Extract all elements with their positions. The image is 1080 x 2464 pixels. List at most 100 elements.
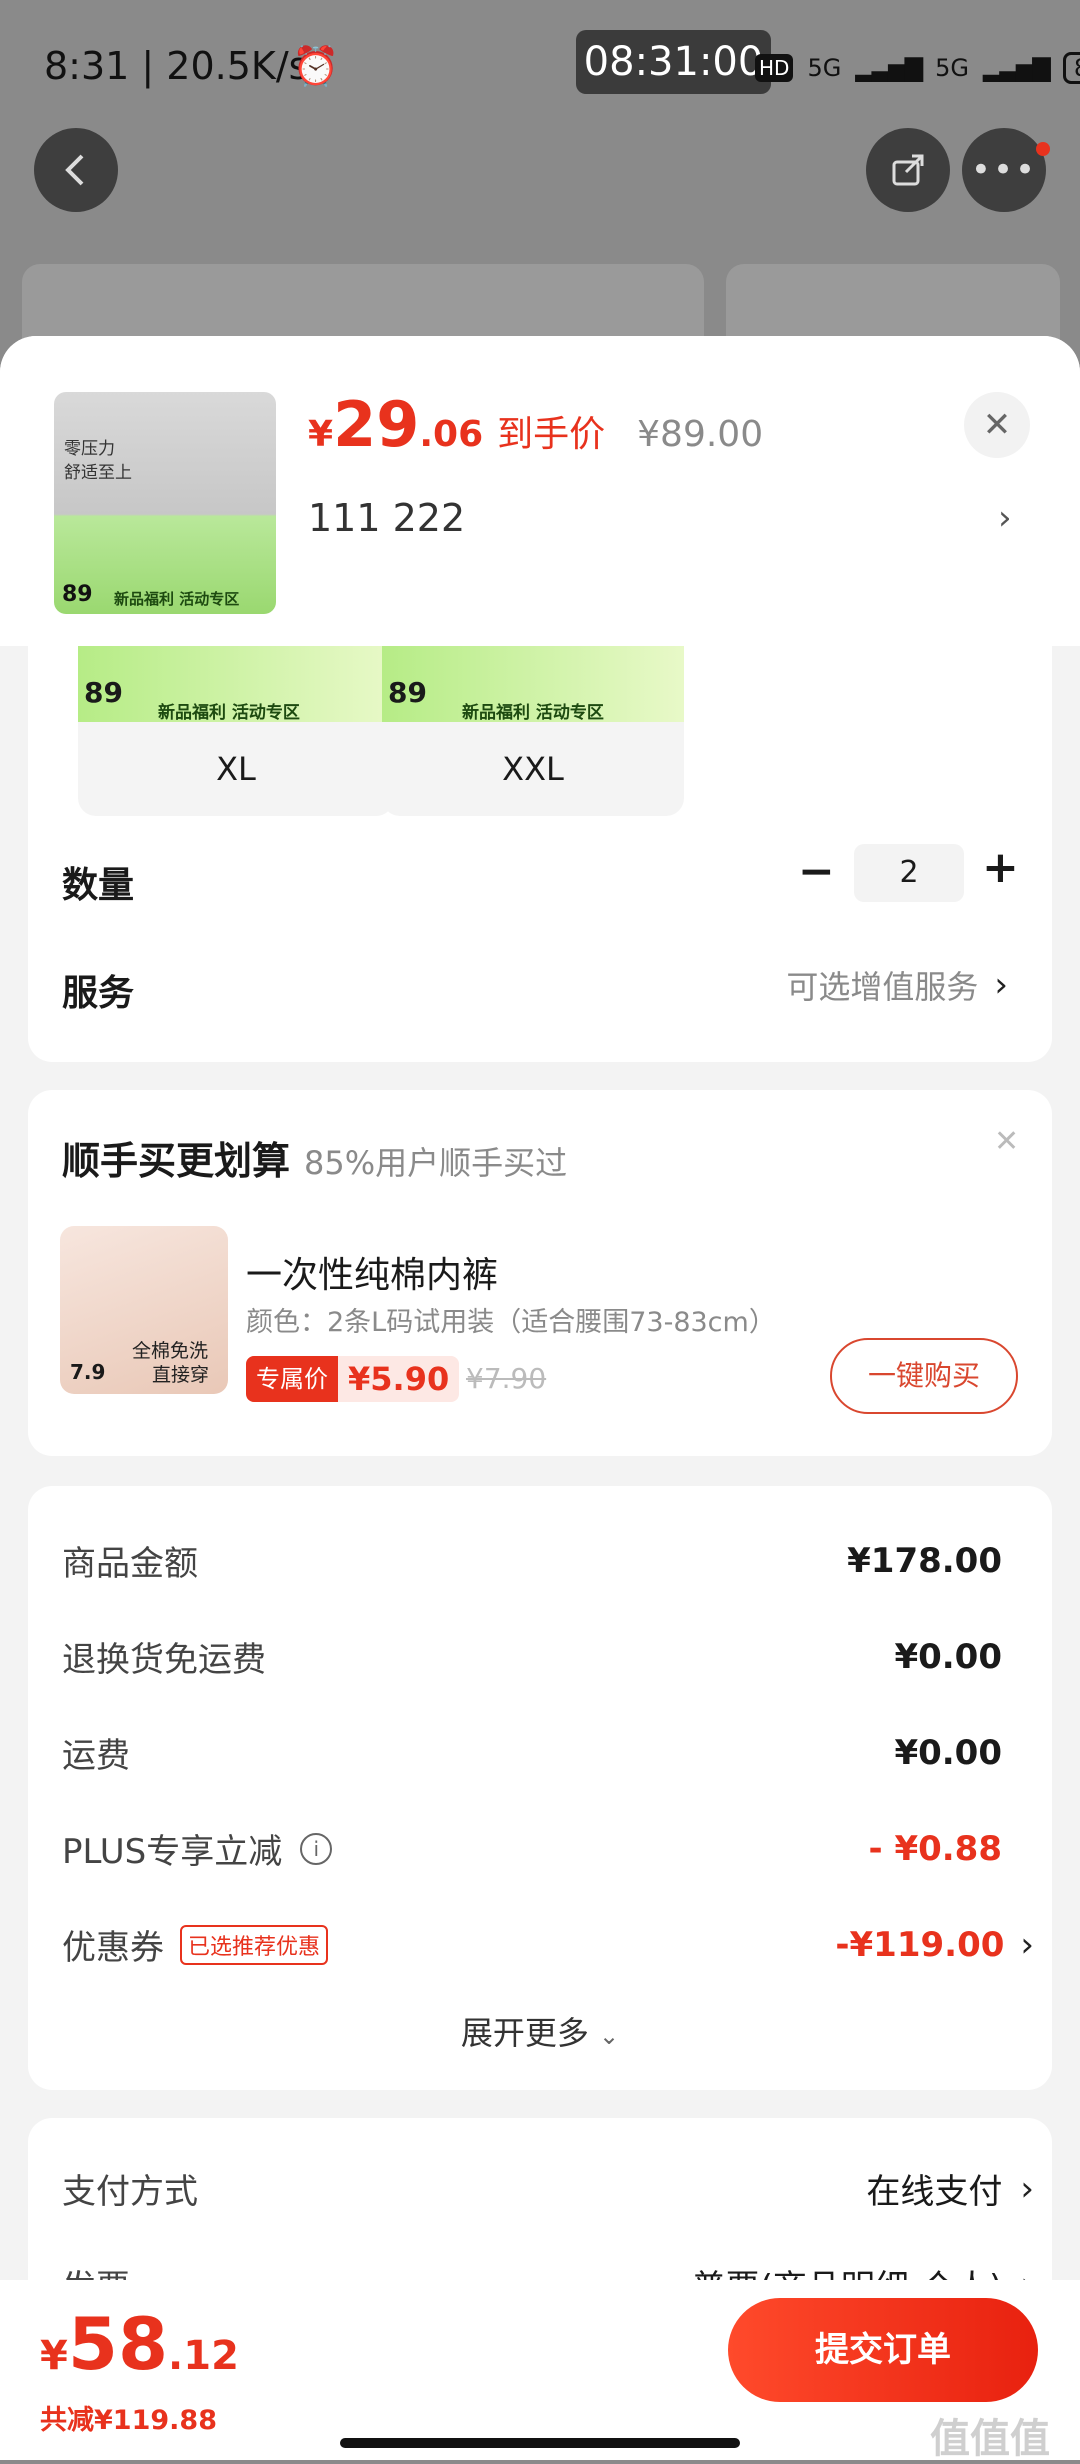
summary-label: 运费	[62, 1736, 130, 1776]
price-integer: 29	[333, 388, 420, 461]
summary-label: 商品金额	[62, 1544, 198, 1584]
close-button[interactable]: ✕	[964, 392, 1030, 458]
payment-value: 在线支付	[866, 2172, 1003, 2212]
signal-icon: ▂▃▅▇	[983, 54, 1051, 82]
plus-value: - ¥0.88	[868, 1828, 1003, 1869]
status-icons: HD 5G ▂▃▅▇ 5G ▂▃▅▇ 89	[755, 52, 1080, 84]
addon-price-tag: 专属价 ¥5.90	[246, 1356, 460, 1402]
watermark: 值值值	[930, 2416, 1050, 2462]
addon-item-spec: 颜色：2条L码试用装（适合腰围73-83cm）	[246, 1307, 776, 1338]
addon-item-name[interactable]: 一次性纯棉内裤	[246, 1246, 498, 1298]
addon-thumb-caption: 直接穿	[152, 1364, 210, 1386]
home-indicator[interactable]	[340, 2438, 740, 2448]
addon-close-icon[interactable]: ✕	[994, 1124, 1019, 1159]
expand-more-button[interactable]: 展开更多 ⌄	[28, 2008, 1052, 2054]
thumb-banner: 新品福利 活动专区	[114, 590, 240, 608]
size-label: XXL	[502, 750, 564, 788]
payment-label: 支付方式	[62, 2172, 198, 2212]
size-thumb-banner: 新品福利 活动专区	[158, 703, 300, 723]
selected-spec[interactable]: 111 222	[308, 496, 465, 540]
size-option-xxl[interactable]: 89 新品福利 活动专区 XXL	[382, 646, 684, 816]
addon-card: 顺手买更划算 85%用户顺手买过 ✕ 全棉免洗 直接穿 7.9 一次性纯棉内裤 …	[28, 1090, 1052, 1456]
more-icon: •••	[970, 150, 1038, 190]
battery-icon: 89	[1062, 52, 1080, 84]
total-price: ¥ 58 .12	[40, 2302, 239, 2386]
hd-icon: HD	[755, 54, 794, 82]
size-label: XL	[216, 750, 256, 788]
total-symbol: ¥	[40, 2333, 68, 2379]
chevron-right-icon[interactable]: ›	[998, 498, 1012, 538]
summary-value: ¥0.00	[894, 1636, 1002, 1677]
spec-card: 89 新品福利 活动专区 XL 89 新品福利 活动专区 XXL 数量 − 2 …	[28, 646, 1052, 1062]
chevron-right-icon: ›	[1020, 1924, 1034, 1965]
network-label-1: 5G	[807, 54, 842, 82]
network-label-2: 5G	[935, 54, 970, 82]
share-icon	[892, 154, 924, 186]
plus-discount-row: PLUS专享立减 i - ¥0.88	[62, 1824, 1002, 1873]
one-click-buy-button[interactable]: 一键购买	[830, 1338, 1018, 1414]
coupon-value: -¥119.00	[835, 1924, 1005, 1965]
thumb-price: 89	[62, 582, 93, 607]
summary-row: 商品金额 ¥178.00	[62, 1536, 1002, 1585]
submit-order-button[interactable]: 提交订单	[728, 2298, 1038, 2402]
addon-thumbnail[interactable]: 全棉免洗 直接穿 7.9	[60, 1226, 228, 1394]
size-thumb-price: 89	[388, 676, 427, 709]
summary-label: 退换货免运费	[62, 1640, 266, 1680]
back-button[interactable]	[34, 128, 118, 212]
total-decimal: .12	[168, 2333, 239, 2379]
thumb-text: 零压力	[64, 439, 115, 459]
notification-dot	[1036, 142, 1050, 156]
more-button[interactable]: •••	[962, 128, 1046, 212]
service-selector[interactable]: 可选增值服务 ›	[628, 962, 1008, 1008]
checkout-bar: ¥ 58 .12 共减¥119.88 提交订单 值值值	[0, 2280, 1080, 2462]
exclusive-tag: 专属价	[246, 1356, 338, 1402]
thumb-text: 舒适至上	[64, 463, 132, 483]
addon-header: 顺手买更划算 85%用户顺手买过	[62, 1130, 567, 1185]
original-price: ¥89.00	[637, 414, 764, 455]
summary-value: ¥0.00	[894, 1732, 1002, 1773]
total-integer: 58	[67, 2302, 169, 2386]
coupon-label: 优惠券	[62, 1928, 164, 1968]
payment-method-row[interactable]: 支付方式 在线支付 ›	[62, 2164, 1052, 2213]
size-option-xl[interactable]: 89 新品福利 活动专区 XL	[78, 646, 394, 816]
addon-thumb-price: 7.9	[70, 1360, 106, 1384]
price-decimal: .06	[419, 414, 484, 455]
chevron-right-icon: ›	[994, 965, 1008, 1005]
decrement-button[interactable]: −	[798, 846, 835, 897]
service-label: 服务	[62, 973, 135, 1014]
summary-row: 运费 ¥0.00	[62, 1728, 1002, 1777]
addon-title: 顺手买更划算	[62, 1139, 291, 1183]
exclusive-price: ¥5.90	[348, 1360, 450, 1398]
floating-clock: 08:31:00	[576, 30, 771, 94]
addon-subtitle: 85%用户顺手买过	[304, 1144, 568, 1182]
coupon-row[interactable]: 优惠券 已选推荐优惠 -¥119.00 ›	[62, 1920, 1052, 1969]
back-arrow-icon	[65, 154, 84, 186]
signal-icon: ▂▃▅▇	[855, 54, 923, 82]
alarm-icon: ⏰	[292, 44, 340, 88]
chevron-right-icon: ›	[1020, 2168, 1034, 2209]
product-thumbnail[interactable]: 零压力 舒适至上 89 新品福利 活动专区	[54, 392, 276, 614]
summary-row: 退换货免运费 ¥0.00	[62, 1632, 1002, 1681]
status-bar: 8:31 | 20.5K/s ⏰ 08:31:00 HD 5G ▂▃▅▇ 5G …	[0, 0, 1080, 130]
service-value: 可选增值服务	[786, 968, 979, 1006]
price-label: 到手价	[497, 414, 606, 455]
product-header: 零压力 舒适至上 89 新品福利 活动专区 ¥ 29 .06 到手价 ¥89.0…	[0, 336, 1080, 646]
plus-label: PLUS专享立减	[62, 1832, 283, 1872]
quantity-label: 数量	[62, 865, 135, 906]
addon-thumb-caption: 全棉免洗	[132, 1340, 209, 1362]
addon-old-price: ¥7.90	[466, 1362, 547, 1395]
share-button[interactable]	[866, 128, 950, 212]
increment-button[interactable]: +	[982, 842, 1019, 893]
summary-value: ¥178.00	[847, 1540, 1002, 1581]
status-time-speed: 8:31 | 20.5K/s	[44, 44, 309, 88]
info-icon[interactable]: i	[300, 1832, 333, 1865]
size-thumb-price: 89	[84, 676, 123, 709]
price-line: ¥ 29 .06 到手价 ¥89.00	[308, 388, 763, 461]
chevron-down-icon: ⌄	[599, 2022, 620, 2050]
coupon-tag: 已选推荐优惠	[180, 1924, 329, 1965]
total-discount: 共减¥119.88	[40, 2405, 217, 2436]
size-thumb-banner: 新品福利 活动专区	[462, 703, 604, 723]
quantity-input[interactable]: 2	[854, 844, 964, 902]
expand-label: 展开更多	[460, 2014, 589, 2052]
summary-card: 商品金额 ¥178.00 退换货免运费 ¥0.00 运费 ¥0.00 PLUS专…	[28, 1486, 1052, 2090]
